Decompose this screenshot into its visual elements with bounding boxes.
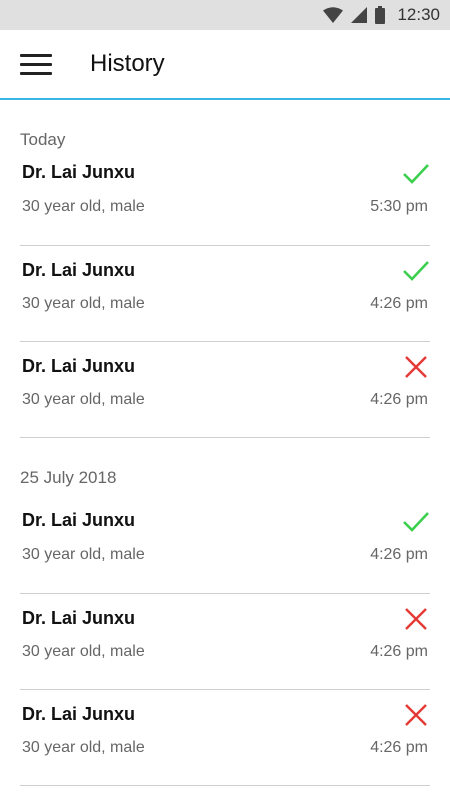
patient-desc: 30 year old, male [22, 643, 145, 660]
battery-icon [375, 6, 386, 24]
doctor-name: Dr. Lai Junxu [22, 608, 136, 628]
status-time: 12:30 [397, 5, 440, 24]
list-item[interactable]: Dr. Lai Junxu 30 year old, male 4:26 pm [20, 510, 430, 594]
check-icon [403, 164, 429, 184]
patient-desc: 30 year old, male [22, 739, 145, 756]
item-time: 4:26 pm [370, 643, 428, 660]
list-item[interactable]: Dr. Lai Junxu 30 year old, male 4:26 pm [20, 246, 430, 342]
check-icon [403, 261, 429, 281]
list-item[interactable]: Dr. Lai Junxu 30 year old, male 4:26 pm [20, 690, 430, 786]
wifi-icon [323, 7, 344, 23]
doctor-name: Dr. Lai Junxu [22, 704, 136, 724]
check-icon [403, 512, 429, 532]
doctor-name: Dr. Lai Junxu [22, 510, 136, 530]
item-time: 4:26 pm [370, 739, 428, 756]
item-time: 4:26 pm [370, 546, 428, 563]
section-header: 25 July 2018 [20, 468, 117, 487]
doctor-name: Dr. Lai Junxu [22, 356, 136, 376]
status-bar: 12:30 [0, 0, 450, 30]
doctor-name: Dr. Lai Junxu [22, 260, 136, 280]
cross-icon [405, 356, 427, 378]
cross-icon [405, 704, 427, 726]
patient-desc: 30 year old, male [22, 295, 145, 312]
patient-desc: 30 year old, male [22, 546, 145, 563]
history-list: Today Dr. Lai Junxu 30 year old, male 5:… [0, 100, 450, 786]
doctor-name: Dr. Lai Junxu [22, 162, 136, 182]
menu-button[interactable] [0, 29, 72, 99]
cross-icon [405, 608, 427, 630]
signal-icon [351, 7, 368, 23]
item-time: 5:30 pm [370, 198, 428, 215]
app-bar: History [0, 30, 450, 100]
list-item[interactable]: Dr. Lai Junxu 30 year old, male 4:26 pm [20, 342, 430, 438]
page-title: History [90, 50, 165, 77]
patient-desc: 30 year old, male [22, 198, 145, 215]
item-time: 4:26 pm [370, 295, 428, 312]
section-header: Today [20, 130, 66, 149]
hamburger-menu-icon [20, 48, 52, 81]
list-item[interactable]: Dr. Lai Junxu 30 year old, male 4:26 pm [20, 594, 430, 690]
patient-desc: 30 year old, male [22, 391, 145, 408]
item-time: 4:26 pm [370, 391, 428, 408]
list-item[interactable]: Dr. Lai Junxu 30 year old, male 5:30 pm [20, 162, 430, 246]
